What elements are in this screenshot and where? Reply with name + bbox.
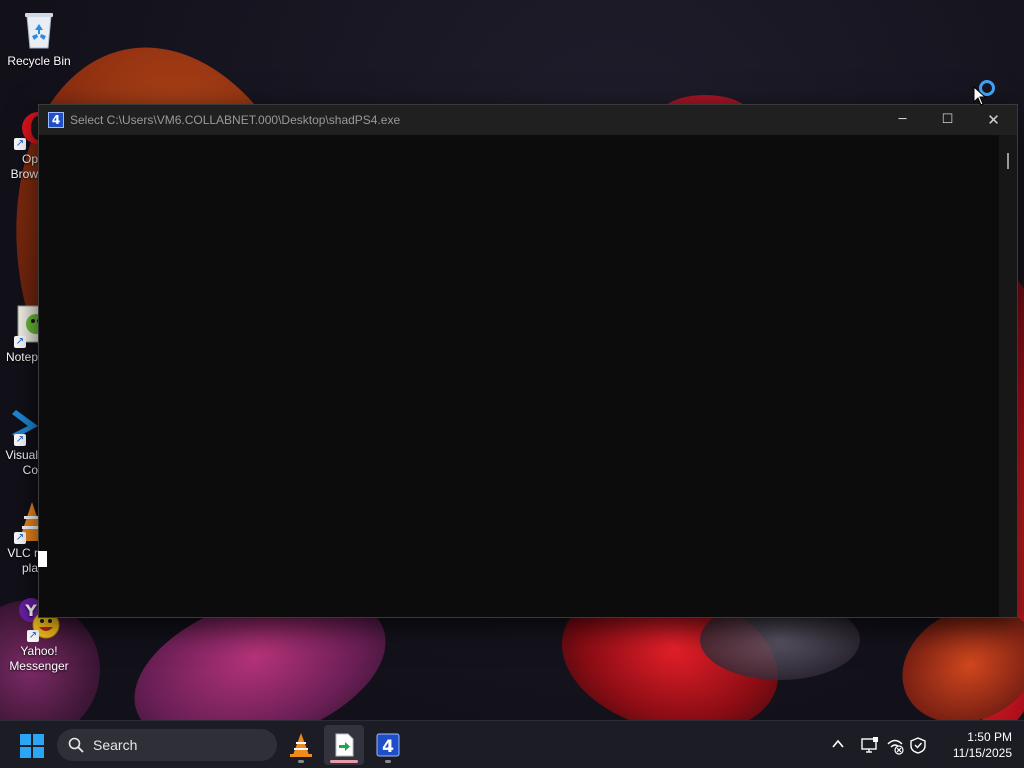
- svg-text:4: 4: [382, 737, 394, 757]
- taskbar-clock[interactable]: 1:50 PM 11/15/2025: [936, 729, 1012, 761]
- mouse-cursor-icon: [973, 85, 987, 106]
- shadps4-app-icon: 4: [48, 112, 64, 128]
- search-icon: [68, 737, 84, 753]
- desktop-icon-label: Visual Co: [5, 448, 38, 477]
- windows-logo-icon: [20, 734, 31, 745]
- start-button[interactable]: [20, 734, 44, 758]
- close-button[interactable]: ✕: [971, 105, 1016, 135]
- windows-logo-icon: [33, 734, 44, 745]
- app-active-indicator: [330, 760, 358, 763]
- shortcut-arrow-icon: ↗: [14, 336, 26, 348]
- opera-browser-icon: ↗: [10, 106, 40, 150]
- shield-icon[interactable]: [908, 735, 928, 755]
- app-running-indicator: [298, 760, 304, 763]
- notepad-plus-plus-icon: ↗: [10, 304, 40, 348]
- vlc-player-icon: ↗: [10, 500, 40, 544]
- vlc-cone-icon: [290, 733, 312, 757]
- desktop-icon-label: Op Brow: [10, 152, 38, 181]
- desktop-icon-opera-browser[interactable]: ↗ Op Brow: [0, 106, 40, 182]
- desktop-icon-vlc-player[interactable]: ↗ VLC r pla: [0, 500, 40, 576]
- minimize-button[interactable]: ─: [880, 105, 925, 135]
- console-output[interactable]: [39, 135, 999, 617]
- display-icon[interactable]: [860, 735, 880, 755]
- app-running-indicator: [385, 760, 391, 763]
- desktop-icon-notepad-plus-plus[interactable]: ↗ Notep: [0, 304, 40, 365]
- maximize-button[interactable]: ☐: [925, 105, 970, 135]
- green-arrow-file-icon: [335, 733, 354, 757]
- window-titlebar[interactable]: 4 Select C:\Users\VM6.COLLABNET.000\Desk…: [39, 105, 1017, 135]
- visual-studio-code-icon: ↗: [10, 402, 40, 446]
- search-label: Search: [93, 737, 138, 753]
- taskbar: Search 4 1:50 PM 11/15/2025: [0, 720, 1024, 768]
- network-disconnected-icon[interactable]: [885, 735, 905, 755]
- clock-date: 11/15/2025: [952, 746, 1012, 760]
- windows-logo-icon: [33, 747, 44, 758]
- desktop-icon-visual-studio-code[interactable]: ↗ Visual Co: [0, 402, 40, 478]
- chevron-up-icon[interactable]: [829, 735, 847, 753]
- shadps4-app-icon: 4: [376, 733, 400, 757]
- vertical-scrollbar[interactable]: [999, 135, 1017, 617]
- taskbar-app-file[interactable]: [324, 725, 364, 765]
- taskbar-app-shadps4[interactable]: 4: [368, 725, 408, 765]
- shortcut-arrow-icon: ↗: [27, 630, 39, 642]
- desktop-icon-label: Notep: [5, 350, 38, 364]
- desktop-icon-label: Yahoo! Messenger: [9, 644, 69, 673]
- desktop-icon-label: VLC r pla: [7, 546, 38, 575]
- scrollbar-thumb[interactable]: [1007, 153, 1009, 169]
- window-title: Select C:\Users\VM6.COLLABNET.000\Deskto…: [70, 113, 401, 127]
- desktop-icon-label: Recycle Bin: [7, 54, 71, 68]
- text-caret: [38, 551, 47, 567]
- taskbar-app-vlc[interactable]: [281, 725, 321, 765]
- windows-logo-icon: [20, 747, 31, 758]
- taskbar-search-box[interactable]: Search: [57, 729, 277, 761]
- clock-time: 1:50 PM: [967, 730, 1012, 744]
- shortcut-arrow-icon: ↗: [14, 532, 26, 544]
- shortcut-arrow-icon: ↗: [14, 138, 26, 150]
- shortcut-arrow-icon: ↗: [14, 434, 26, 446]
- console-window[interactable]: 4 Select C:\Users\VM6.COLLABNET.000\Desk…: [38, 104, 1018, 618]
- recycle-bin-icon: [17, 8, 61, 52]
- desktop-icon-recycle-bin[interactable]: Recycle Bin: [1, 8, 77, 69]
